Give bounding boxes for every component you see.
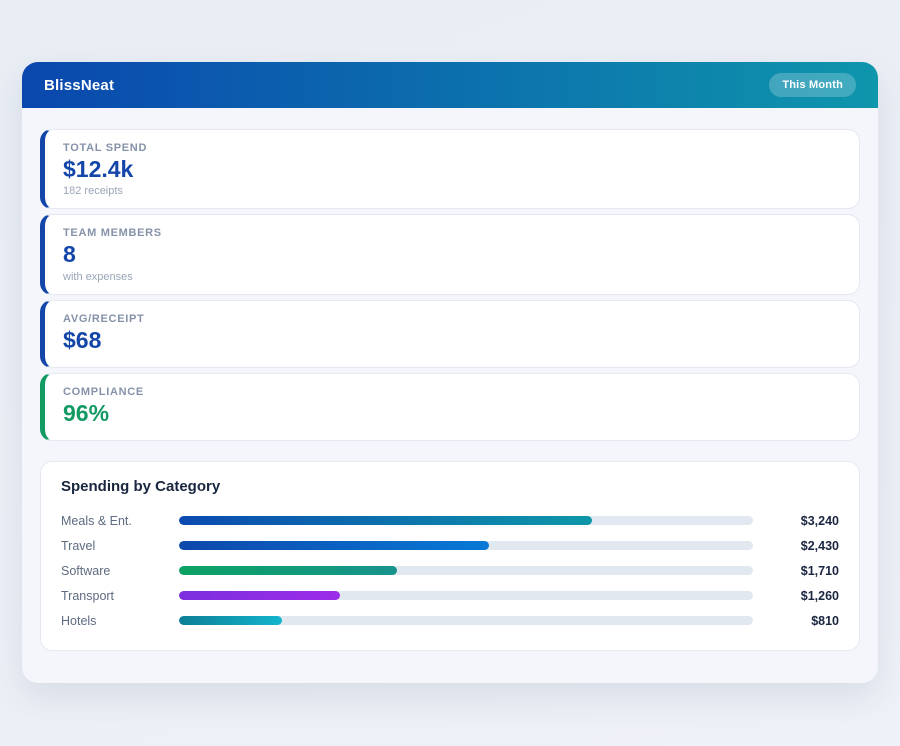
bar-row-travel: Travel $2,430 <box>61 533 839 558</box>
stat-value: 96% <box>63 401 841 426</box>
stat-label: TEAM MEMBERS <box>63 227 841 239</box>
app-title: BlissNeat <box>44 77 114 94</box>
bar-label: Transport <box>61 589 167 603</box>
spending-by-category-card: Spending by Category Meals & Ent. $3,240… <box>40 461 860 651</box>
bar-label: Hotels <box>61 614 167 628</box>
bar-label: Meals & Ent. <box>61 514 167 528</box>
bar-row-transport: Transport $1,260 <box>61 583 839 608</box>
dashboard-panel: BlissNeat This Month TOTAL SPEND $12.4k … <box>22 62 878 683</box>
bar-row-hotels: Hotels $810 <box>61 608 839 633</box>
dashboard-content: TOTAL SPEND $12.4k 182 receipts TEAM MEM… <box>22 108 878 669</box>
bar-track <box>179 591 753 600</box>
bar-value: $810 <box>765 614 839 628</box>
bar-row-meals: Meals & Ent. $3,240 <box>61 508 839 533</box>
bar-fill <box>179 591 340 600</box>
bar-value: $1,260 <box>765 589 839 603</box>
stat-label: COMPLIANCE <box>63 386 841 398</box>
period-badge[interactable]: This Month <box>769 73 856 97</box>
bar-fill <box>179 516 592 525</box>
bar-track <box>179 541 753 550</box>
app-header: BlissNeat This Month <box>22 62 878 108</box>
stat-card-compliance: COMPLIANCE 96% <box>40 373 860 441</box>
bar-value: $2,430 <box>765 539 839 553</box>
bar-value: $1,710 <box>765 564 839 578</box>
chart-title: Spending by Category <box>61 478 839 495</box>
bar-label: Travel <box>61 539 167 553</box>
bar-label: Software <box>61 564 167 578</box>
stat-subtext: 182 receipts <box>63 185 841 197</box>
stat-value: $68 <box>63 328 841 353</box>
stat-card-team-members: TEAM MEMBERS 8 with expenses <box>40 214 860 294</box>
stat-card-total-spend: TOTAL SPEND $12.4k 182 receipts <box>40 129 860 209</box>
bar-track <box>179 616 753 625</box>
stat-label: AVG/RECEIPT <box>63 313 841 325</box>
stat-label: TOTAL SPEND <box>63 142 841 154</box>
stat-card-avg-receipt: AVG/RECEIPT $68 <box>40 300 860 368</box>
stat-subtext: with expenses <box>63 271 841 283</box>
stat-value: 8 <box>63 242 841 267</box>
bar-fill <box>179 541 489 550</box>
bar-fill <box>179 616 282 625</box>
stat-value: $12.4k <box>63 157 841 182</box>
bar-track <box>179 516 753 525</box>
bar-fill <box>179 566 397 575</box>
bar-value: $3,240 <box>765 514 839 528</box>
bar-row-software: Software $1,710 <box>61 558 839 583</box>
bar-track <box>179 566 753 575</box>
